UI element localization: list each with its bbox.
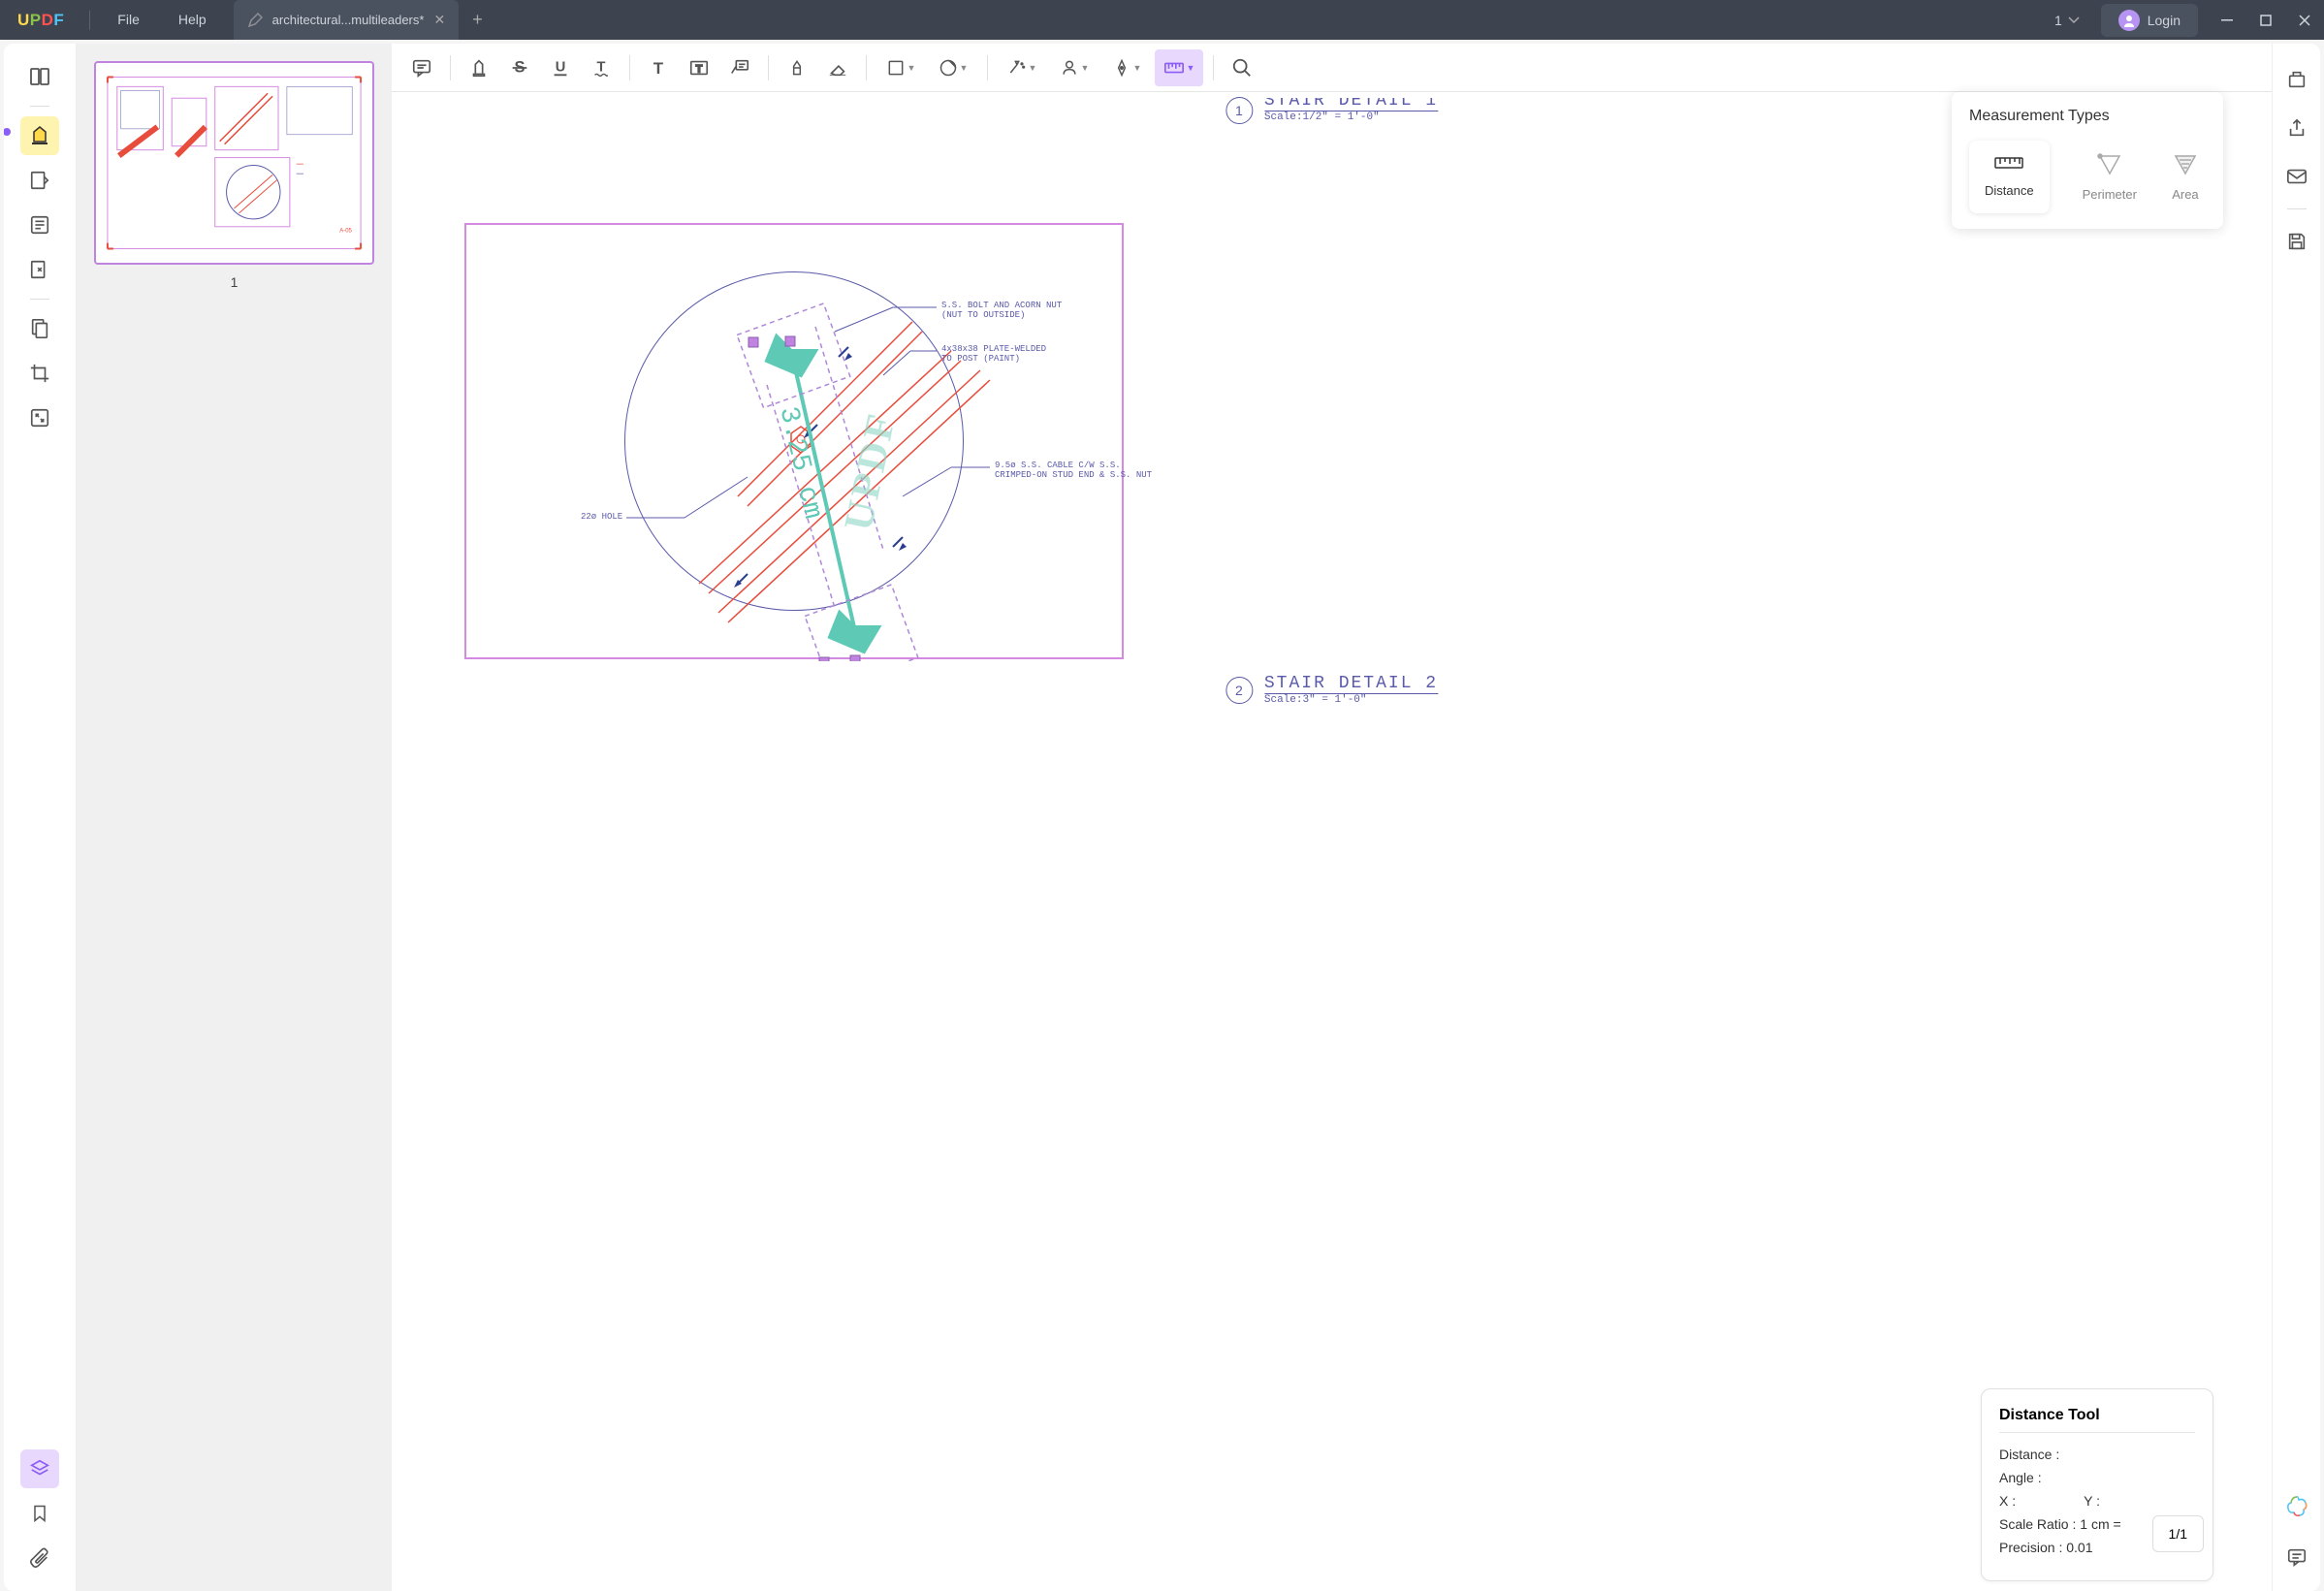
new-tab-button[interactable]: + — [459, 10, 496, 30]
svg-text:T: T — [597, 59, 606, 75]
svg-text:T: T — [653, 58, 663, 77]
crop-tool[interactable] — [20, 354, 59, 393]
underline-tool[interactable]: U — [542, 49, 579, 86]
measurement-panel-title: Measurement Types — [1969, 108, 2206, 125]
bookmark-tool[interactable] — [20, 1494, 59, 1533]
reader-tool[interactable] — [20, 57, 59, 96]
app-logo: UPDF — [0, 11, 81, 30]
thumbnail-panel: ━━━ ━━━ A-05 1 — [77, 44, 392, 1591]
text-tool[interactable]: T — [640, 49, 677, 86]
ocr-tool[interactable] — [20, 309, 59, 348]
svg-text:A-05: A-05 — [339, 229, 352, 235]
document-canvas[interactable]: 1 STAIR DETAIL 1 Scale:1/2" = 1'-0" — [392, 92, 2272, 1591]
chat-icon[interactable] — [2280, 1541, 2313, 1574]
distance-tool-title: Distance Tool — [1999, 1407, 2195, 1424]
squiggly-tool[interactable]: T — [583, 49, 620, 86]
login-button[interactable]: Login — [2101, 4, 2198, 37]
window-minimize[interactable] — [2208, 0, 2246, 40]
export-icon[interactable] — [2280, 63, 2313, 96]
organize-tool[interactable] — [20, 250, 59, 289]
x-coord: X : — [1999, 1493, 2016, 1509]
eraser-tool[interactable] — [819, 49, 856, 86]
signature-tool[interactable]: ▼ — [1050, 49, 1098, 86]
avatar-icon — [2118, 10, 2140, 31]
pen-tool[interactable]: ▼ — [1102, 49, 1151, 86]
form-tool[interactable] — [20, 206, 59, 244]
search-button[interactable] — [1224, 49, 1260, 86]
ai-icon[interactable] — [2280, 1490, 2313, 1523]
window-close[interactable] — [2285, 0, 2324, 40]
callout-tool[interactable] — [721, 49, 758, 86]
divider — [89, 11, 90, 30]
drawing-frame: 3.25 cm UPDF S.S. BOLT AND ACORN NUT (NU… — [464, 223, 1124, 659]
svg-text:━━━: ━━━ — [296, 171, 304, 175]
stamp-tool[interactable]: ▼ — [998, 49, 1046, 86]
perimeter-type[interactable]: Perimeter — [2067, 141, 2152, 213]
compress-tool[interactable] — [20, 398, 59, 437]
comment-tool[interactable] — [403, 49, 440, 86]
share-icon[interactable] — [2280, 111, 2313, 144]
distance-tool-panel: Distance Tool Distance : Angle : X : Y :… — [1981, 1388, 2213, 1581]
detail-2-title: 2 STAIR DETAIL 2 Scale:3" = 1'-0" — [1226, 674, 1438, 706]
highlighter-tool[interactable] — [461, 49, 497, 86]
svg-text:T: T — [696, 63, 703, 75]
login-label: Login — [2148, 13, 2181, 28]
page-navigator[interactable]: 1/1 — [2152, 1515, 2204, 1552]
attachment-tool[interactable] — [20, 1539, 59, 1577]
save-icon[interactable] — [2280, 225, 2313, 258]
window-maximize[interactable] — [2246, 0, 2285, 40]
title-bar: UPDF File Help architectural...multilead… — [0, 0, 2324, 40]
chevron-down-icon — [2068, 16, 2080, 24]
distance-value-row: Distance : — [1999, 1447, 2195, 1462]
annotation-toolbar: S U T T T ▼ ▼ ▼ ▼ ▼ ▼ — [392, 44, 2272, 92]
layers-tool[interactable] — [20, 1449, 59, 1488]
measurement-types-panel: Measurement Types Distance Perimeter Are… — [1952, 92, 2223, 229]
detail-1-title: 1 STAIR DETAIL 1 Scale:1/2" = 1'-0" — [1226, 97, 1438, 124]
highlight-tool[interactable] — [20, 116, 59, 155]
tab-close-icon[interactable]: ✕ — [433, 12, 445, 28]
svg-text:U: U — [556, 59, 566, 75]
angle-value-row: Angle : — [1999, 1470, 2195, 1485]
email-icon[interactable] — [2280, 160, 2313, 193]
area-type[interactable]: Area — [2170, 141, 2201, 213]
document-tab[interactable]: architectural...multileaders* ✕ — [234, 0, 460, 40]
distance-type[interactable]: Distance — [1969, 141, 2050, 213]
strikethrough-tool[interactable]: S — [501, 49, 538, 86]
y-coord: Y : — [2084, 1493, 2100, 1509]
thumbnail-page-number: 1 — [94, 274, 374, 290]
callout-cable: 9.5ø S.S. CABLE C/W S.S. CRIMPED-ON STUD… — [995, 461, 1152, 480]
textbox-tool[interactable]: T — [681, 49, 717, 86]
left-sidebar — [4, 44, 77, 1591]
page-thumbnail-1[interactable]: ━━━ ━━━ A-05 — [94, 61, 374, 265]
tab-title: architectural...multileaders* — [272, 13, 425, 27]
callout-plate: 4x38x38 PLATE-WELDED TO POST (PAINT) — [941, 344, 1046, 364]
right-sidebar — [2272, 44, 2320, 1591]
shape-tool[interactable]: ▼ — [876, 49, 925, 86]
edit-tool[interactable] — [20, 161, 59, 200]
svg-text:━━━: ━━━ — [296, 161, 304, 166]
page-count-dropdown[interactable]: 1 — [2043, 13, 2091, 28]
callout-bolt: S.S. BOLT AND ACORN NUT (NUT TO OUTSIDE) — [941, 301, 1062, 320]
pencil-tool[interactable] — [779, 49, 815, 86]
help-menu[interactable]: Help — [159, 0, 226, 40]
callout-hole: 22ø HOLE — [581, 512, 622, 522]
sticker-tool[interactable]: ▼ — [929, 49, 977, 86]
measure-tool[interactable]: ▼ — [1155, 49, 1203, 86]
tab-pencil-icon — [247, 13, 263, 28]
file-menu[interactable]: File — [98, 0, 159, 40]
